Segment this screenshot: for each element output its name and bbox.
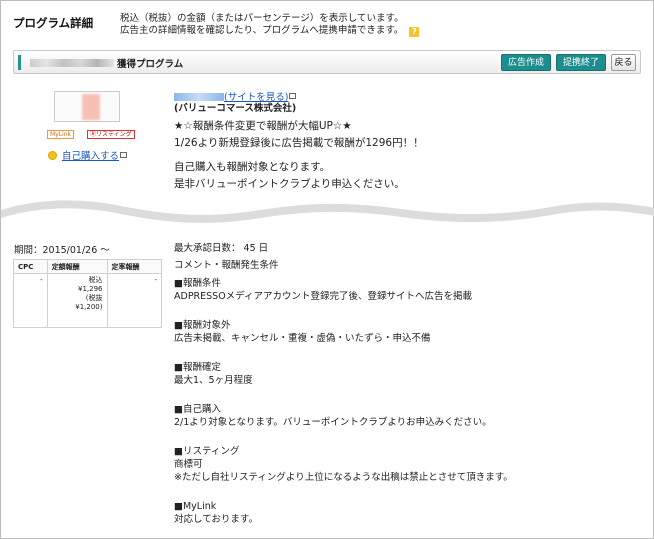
column-header: 定率報酬 bbox=[106, 259, 162, 274]
self-purchase-link[interactable]: 自己購入する bbox=[48, 148, 128, 162]
page-description: 税込（税抜）の金額（またはパーセンテージ）を表示しています。 広告主の詳細情報を… bbox=[120, 13, 420, 37]
listing-badge: Ⓡリスティング bbox=[87, 130, 135, 139]
section-heading: ■自己購入 bbox=[174, 404, 221, 415]
coin-icon bbox=[48, 151, 57, 160]
program-detail-panel: プログラム詳細 税込（税抜）の金額（またはパーセンテージ）を表示しています。 広… bbox=[0, 0, 654, 539]
promo-text: ★☆報酬条件変更で報酬が大幅UP☆★ 1/26より新規登録後に広告掲載で報酬が1… bbox=[174, 118, 424, 193]
section-text: 広告未掲載、キャンセル・重複・虚偽・いたずら・申込不備 bbox=[174, 333, 431, 344]
section-text: 2/1より対象となります。バリューポイントクラブよりお申込みください。 bbox=[174, 417, 492, 428]
comment-heading: コメント・報酬発生条件 bbox=[174, 260, 279, 271]
external-link-icon bbox=[289, 93, 297, 99]
external-link-icon bbox=[120, 152, 128, 158]
fixed-reward-cell: 税込 ¥1,296 (税抜 ¥1,200) bbox=[46, 273, 108, 328]
conditions-section: 最大承認日数： 45 日 コメント・報酬発生条件 ■報酬条件 ADPRESSOメ… bbox=[174, 242, 513, 526]
section-heading: ■報酬確定 bbox=[174, 362, 221, 373]
section-text: ADPRESSOメディアアカウント登録完了後、登録サイトへ広告を掲載 bbox=[174, 291, 473, 302]
section-heading: ■リスティング bbox=[174, 446, 240, 457]
promo-line: 1/26より新規登録後に広告掲載で報酬が1296円！！ bbox=[174, 137, 424, 149]
help-icon[interactable]: ? bbox=[409, 27, 420, 37]
promo-line: 自己購入も報酬対象となります。 bbox=[174, 161, 331, 173]
cpc-cell: - bbox=[13, 273, 48, 328]
description-line-1: 税込（税抜）の金額（またはパーセンテージ）を表示しています。 bbox=[120, 13, 404, 24]
max-approval-days: 最大承認日数： 45 日 bbox=[174, 243, 269, 254]
rate-reward-cell: - bbox=[106, 273, 162, 328]
section-text: 商標可 bbox=[174, 459, 203, 470]
column-header: CPC bbox=[13, 259, 48, 274]
section-heading: ■MyLink bbox=[174, 501, 217, 512]
reward-table: CPC 定額報酬 定率報酬 - 税込 ¥1,296 (税抜 ¥1,200) - bbox=[13, 259, 162, 328]
promo-line: ★☆報酬条件変更で報酬が大幅UP☆★ bbox=[174, 120, 352, 132]
program-thumbnail[interactable] bbox=[54, 91, 120, 122]
program-name: 獲得プログラム bbox=[30, 56, 183, 70]
section-heading: ■報酬条件 bbox=[174, 278, 221, 289]
program-header-bar: 獲得プログラム 広告作成 提携終了 戻る bbox=[13, 50, 641, 74]
end-partnership-button[interactable]: 提携終了 bbox=[556, 54, 606, 71]
column-header: 定額報酬 bbox=[46, 259, 108, 274]
reward-period: 期間：2015/01/26 ～ bbox=[14, 245, 110, 256]
wave-divider bbox=[1, 200, 654, 223]
accent-bar bbox=[18, 55, 21, 70]
section-heading: ■報酬対象外 bbox=[174, 320, 231, 331]
section-text: 最大1、5ヶ月程度 bbox=[174, 375, 253, 386]
back-button[interactable]: 戻る bbox=[611, 54, 636, 71]
company-name: (バリューコマース株式会社) bbox=[174, 103, 297, 114]
section-text: ※ただし自社リスティングより上位になるような出稿は禁止とさせて頂きます。 bbox=[174, 472, 513, 483]
page-title: プログラム詳細 bbox=[13, 16, 94, 30]
mylink-badge: MyLink bbox=[47, 130, 75, 139]
section-text: 対応しております。 bbox=[174, 514, 258, 525]
description-line-2: 広告主の詳細情報を確認したり、プログラムへ提携申請できます。 bbox=[120, 25, 404, 36]
table-header-row: CPC 定額報酬 定率報酬 bbox=[13, 259, 162, 274]
promo-line: 是非バリューポイントクラブより申込ください。 bbox=[174, 178, 405, 190]
redacted-program-name bbox=[30, 59, 114, 67]
create-ad-button[interactable]: 広告作成 bbox=[501, 54, 551, 71]
table-row: - 税込 ¥1,296 (税抜 ¥1,200) - bbox=[13, 273, 162, 328]
